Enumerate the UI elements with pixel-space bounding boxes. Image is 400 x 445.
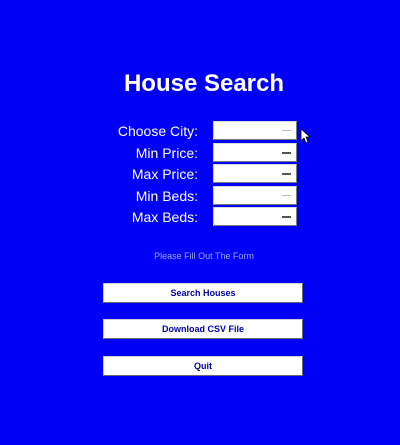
max-beds-label: Max Beds: bbox=[131, 209, 198, 225]
max-beds-select[interactable] bbox=[213, 207, 297, 226]
status-message: Please Fill Out The Form bbox=[154, 251, 254, 261]
city-select[interactable] bbox=[213, 121, 297, 140]
min-price-select[interactable] bbox=[213, 143, 297, 162]
dropdown-arrow-icon bbox=[282, 130, 291, 131]
max-price-label: Max Price: bbox=[131, 166, 198, 182]
dropdown-arrow-icon bbox=[282, 173, 291, 175]
page-title: House Search bbox=[123, 70, 285, 97]
dropdown-arrow-icon bbox=[282, 195, 291, 196]
dropdown-arrow-icon bbox=[282, 152, 291, 154]
dropdown-arrow-icon bbox=[282, 216, 291, 218]
cursor-icon bbox=[300, 128, 310, 144]
max-price-select[interactable] bbox=[213, 164, 297, 183]
min-beds-select[interactable] bbox=[213, 186, 297, 205]
search-houses-button[interactable]: Search Houses bbox=[103, 283, 303, 303]
min-price-label: Min Price: bbox=[135, 145, 198, 161]
city-label: Choose City: bbox=[117, 123, 198, 139]
download-csv-button[interactable]: Download CSV File bbox=[103, 319, 303, 339]
quit-button[interactable]: Quit bbox=[103, 356, 303, 376]
min-beds-label: Min Beds: bbox=[135, 188, 198, 204]
